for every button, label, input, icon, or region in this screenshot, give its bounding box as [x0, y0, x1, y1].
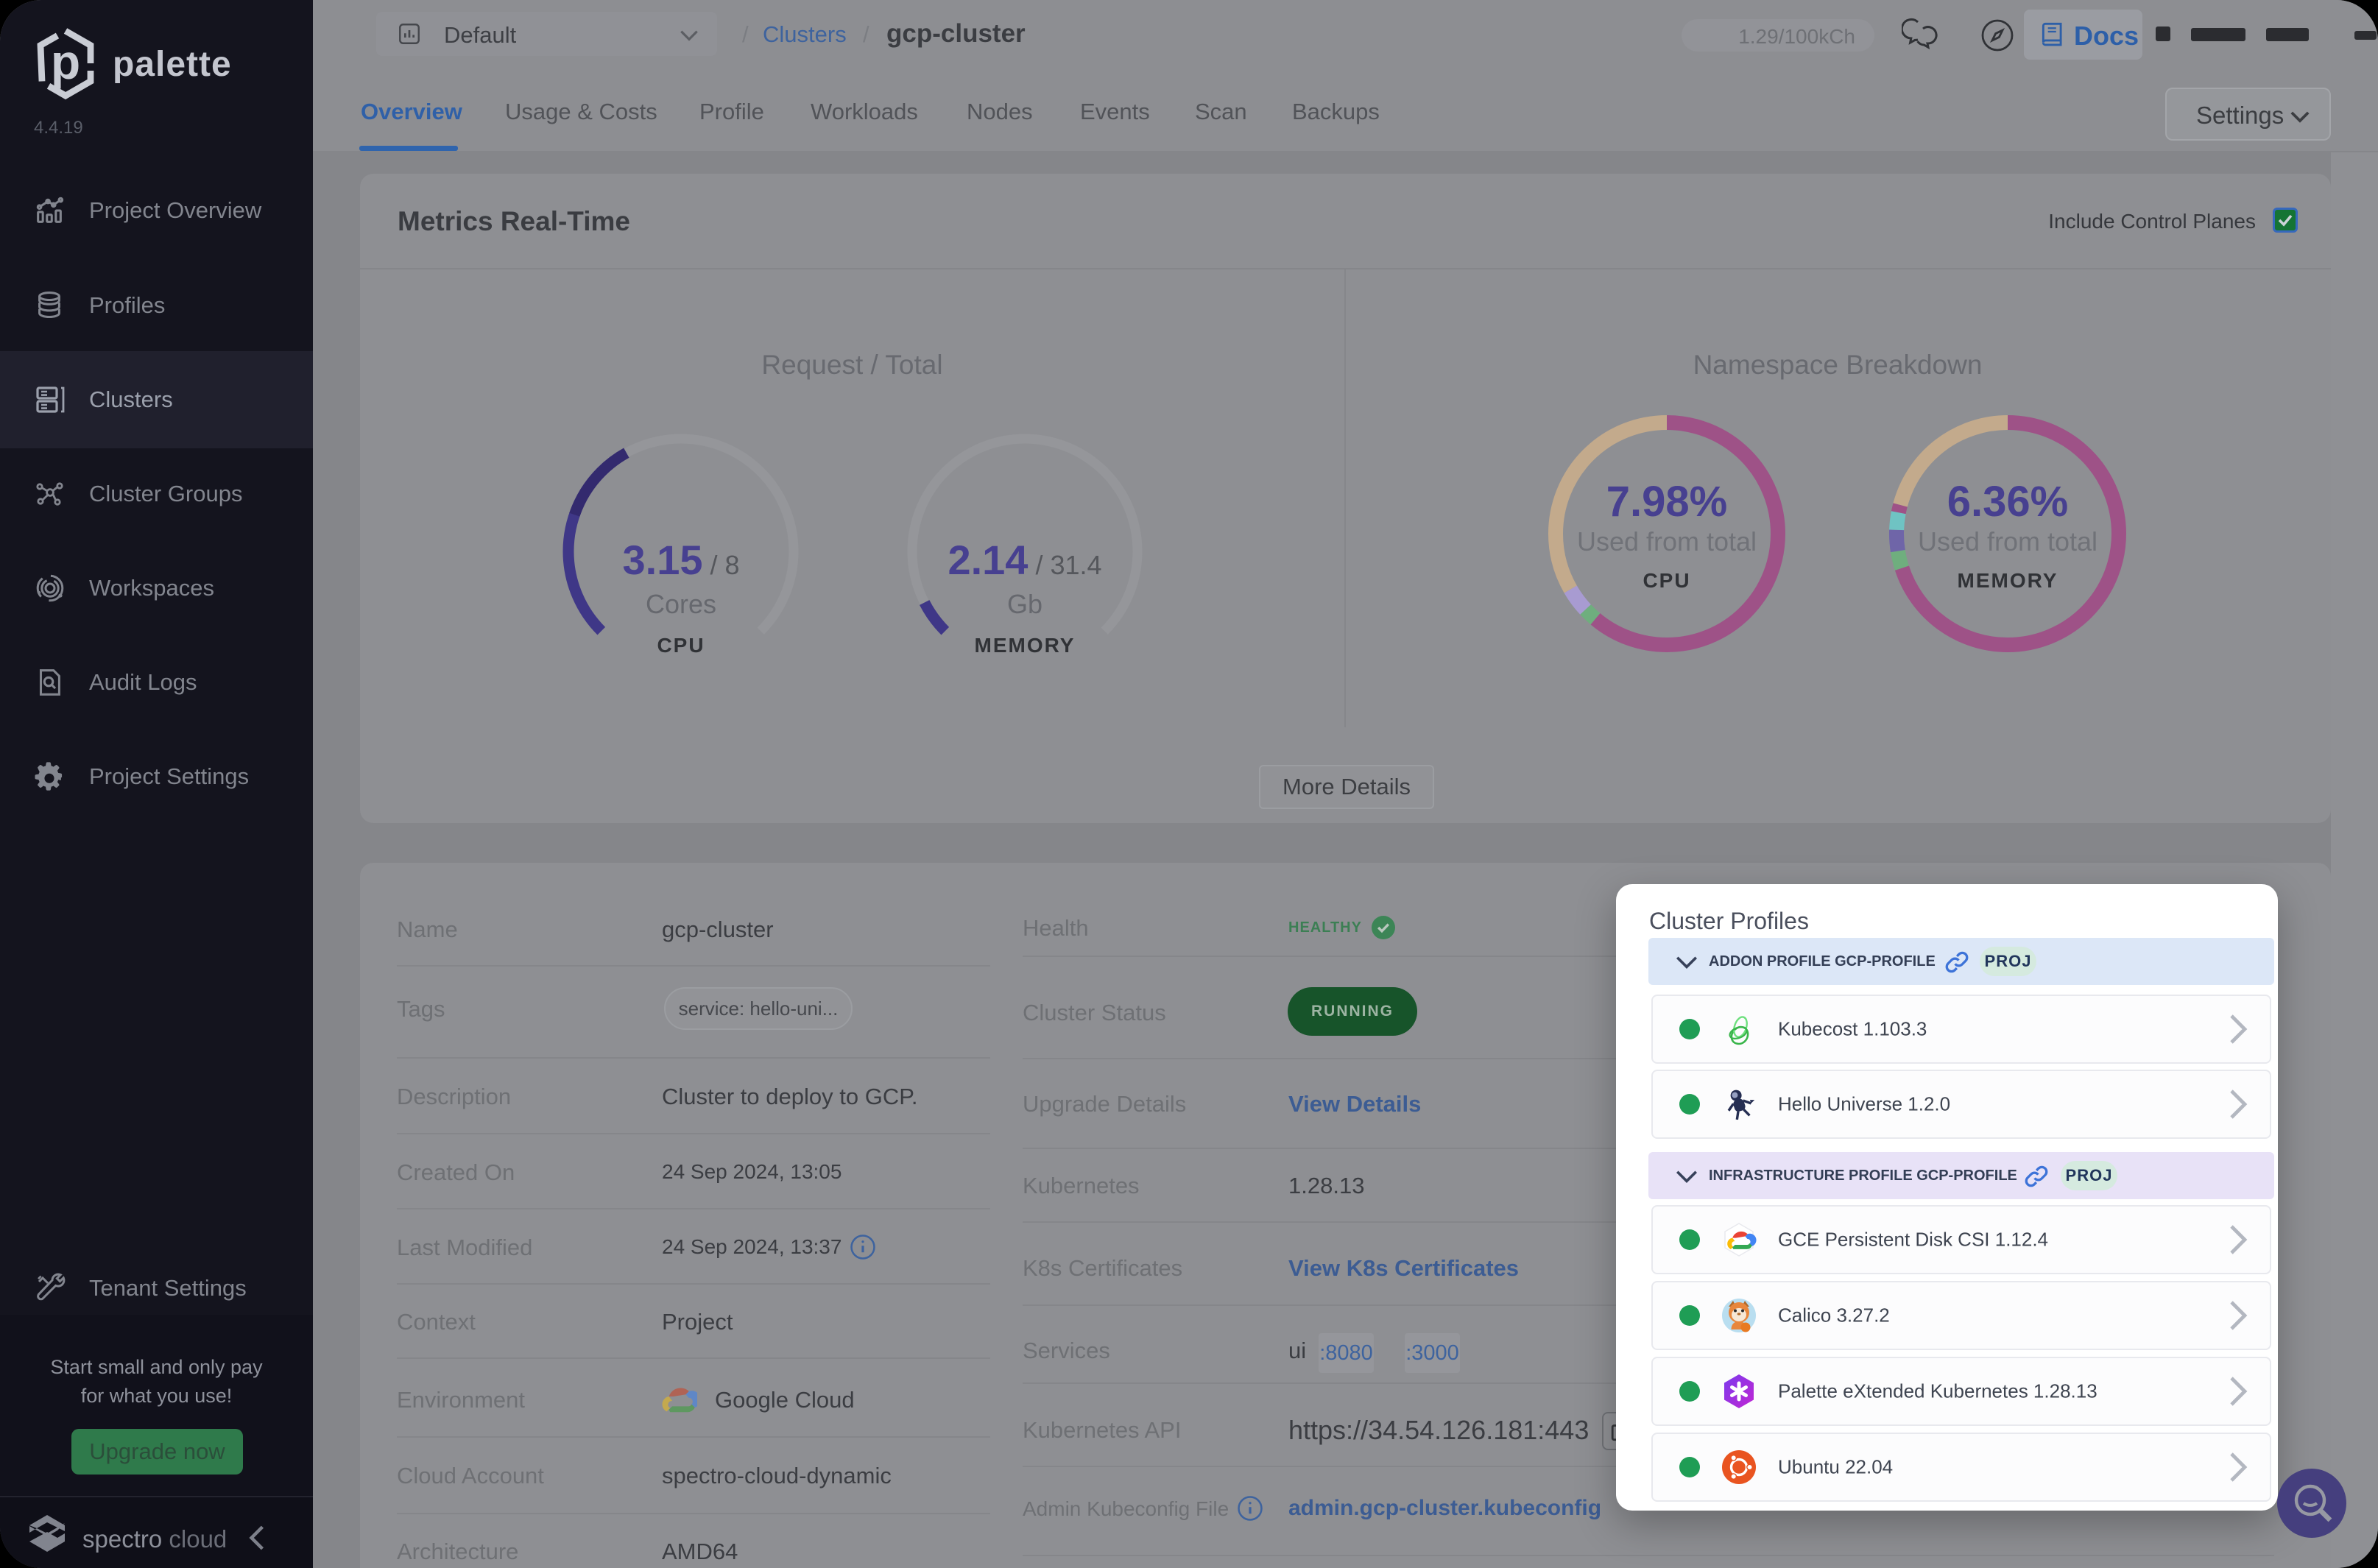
svg-text:p: p	[51, 35, 80, 89]
